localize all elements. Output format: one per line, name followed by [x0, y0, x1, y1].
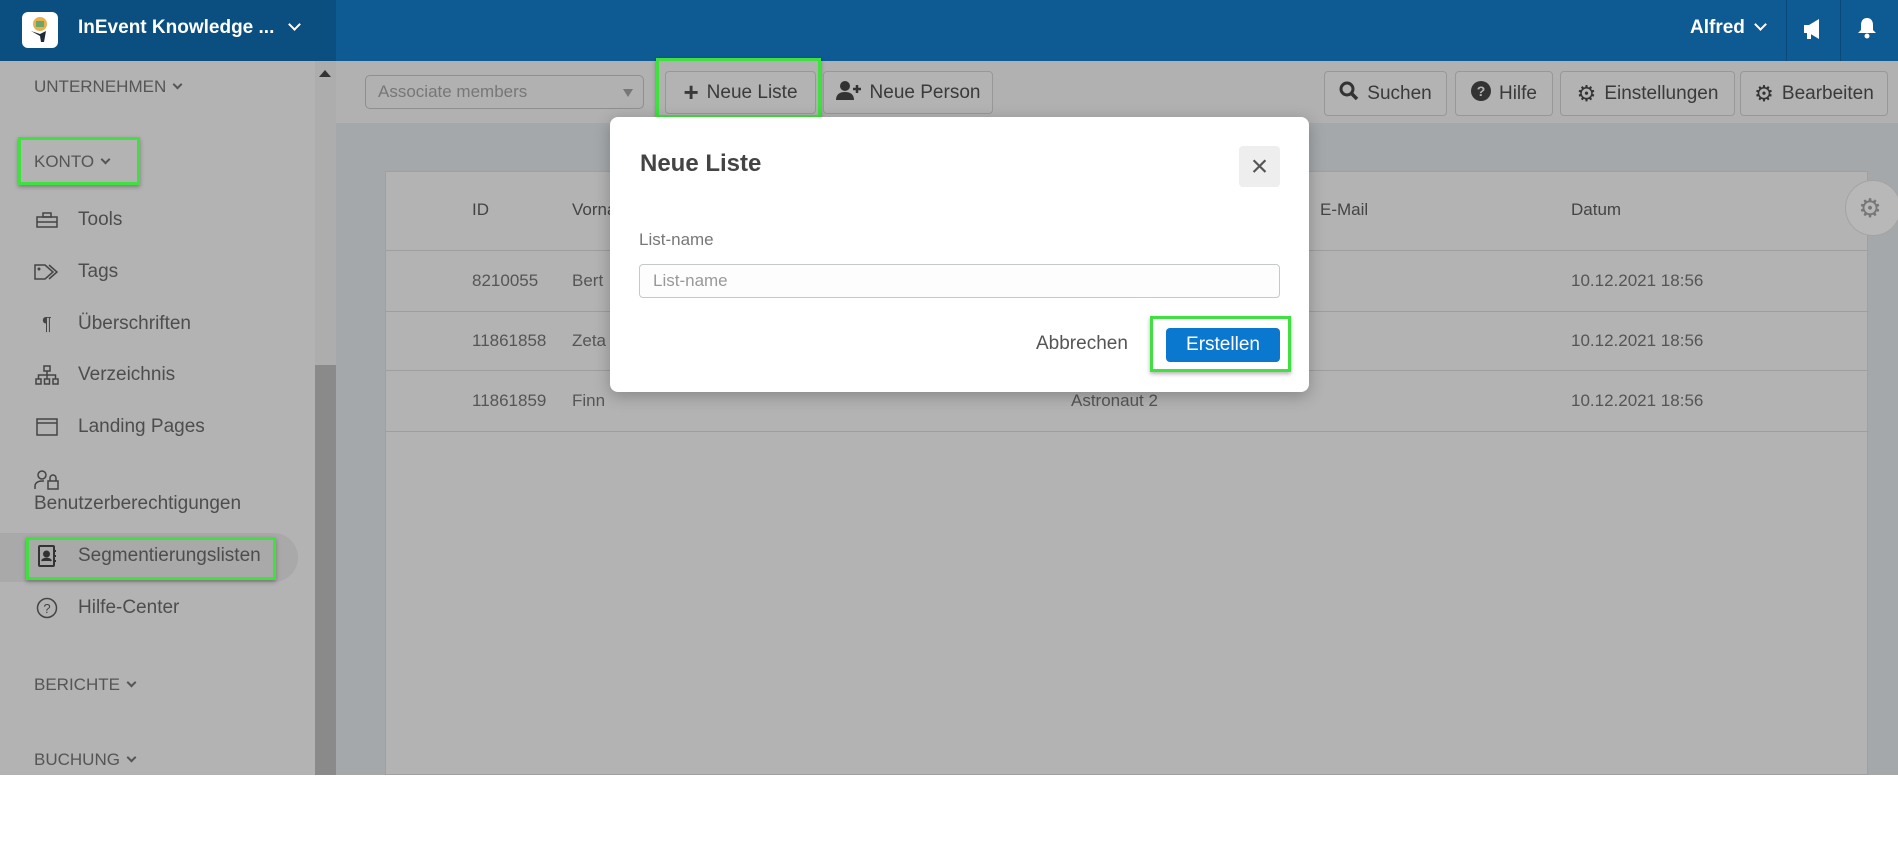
chevron-down-icon [172, 79, 183, 90]
cell-first-name: Bert [572, 271, 604, 290]
divider [1786, 0, 1787, 61]
close-icon: × [1250, 149, 1269, 183]
sidebar-item-landing-pages[interactable]: Landing Pages [34, 416, 205, 438]
search-button[interactable]: Suchen [1324, 71, 1447, 116]
sidebar-item-uberschriften[interactable]: ¶ Überschriften [34, 313, 191, 335]
button-label: Neue Person [869, 81, 981, 103]
sidebar-section-buchung[interactable]: BUCHUNG [34, 750, 137, 770]
user-lock-icon [34, 470, 60, 495]
gear-icon: ⚙ [1576, 80, 1597, 106]
cell-date: 10.12.2021 18:56 [1571, 271, 1704, 290]
column-header-date[interactable]: Datum [1571, 200, 1621, 220]
column-header-email[interactable]: E-Mail [1320, 200, 1368, 220]
svg-text:?: ? [43, 601, 50, 616]
address-book-icon [34, 545, 60, 567]
section-label: KONTO [34, 152, 95, 171]
item-label: Überschriften [78, 313, 191, 334]
section-label: BERICHTE [34, 675, 120, 694]
section-label: UNTERNEHMEN [34, 77, 167, 96]
megaphone-icon[interactable] [1802, 18, 1826, 45]
cell-id: 11861859 [472, 391, 547, 410]
chevron-down-icon [100, 154, 111, 165]
help-button[interactable]: ? Hilfe [1455, 71, 1553, 116]
button-label: Einstellungen [1604, 82, 1719, 104]
section-label: BUCHUNG [34, 750, 120, 769]
sidebar-item-tools[interactable]: Tools [34, 209, 122, 231]
cell-first-name: Finn [572, 391, 606, 410]
sidebar-item-segmentierungslisten[interactable]: Segmentierungslisten [34, 545, 261, 567]
scroll-up-arrow-icon[interactable] [319, 70, 331, 77]
cell-id: 8210055 [472, 271, 539, 290]
item-label: Tags [78, 261, 119, 282]
column-header-id[interactable]: ID [472, 200, 489, 220]
svg-text:?: ? [1477, 83, 1486, 99]
gear-icon: ⚙ [1754, 80, 1774, 106]
bell-icon[interactable] [1857, 16, 1877, 45]
item-label: Landing Pages [78, 416, 205, 437]
new-list-dialog: Neue Liste × List-name Abbrechen Erstell… [610, 117, 1309, 392]
sidebar-section-konto[interactable]: KONTO [34, 152, 111, 172]
app-title: InEvent Knowledge ... [78, 17, 275, 38]
cell-date: 10.12.2021 18:56 [1571, 391, 1704, 410]
sidebar-section-unternehmen[interactable]: UNTERNEHMEN [34, 77, 183, 97]
list-select[interactable]: Associate members [365, 75, 644, 109]
sidebar-section-berichte[interactable]: BERICHTE [34, 675, 137, 695]
close-button[interactable]: × [1239, 146, 1280, 187]
plus-icon: + [683, 77, 699, 107]
cell-id: 11861858 [472, 331, 547, 350]
sidebar-item-hilfe-center[interactable]: ? Hilfe-Center [34, 597, 179, 619]
caret-down-icon [623, 89, 633, 97]
settings-button[interactable]: ⚙ Einstellungen [1560, 71, 1735, 116]
sitemap-icon [34, 364, 60, 386]
user-menu[interactable]: Alfred [1690, 17, 1745, 39]
cell-first-name: Zeta [572, 331, 607, 350]
toolbox-icon [34, 209, 60, 231]
window-icon [34, 416, 60, 438]
list-name-label: List-name [639, 230, 714, 249]
button-label: Suchen [1367, 82, 1432, 104]
tags-icon [34, 261, 60, 283]
gear-icon: ⚙ [1858, 192, 1882, 223]
list-name-input[interactable] [639, 264, 1280, 298]
dialog-title: Neue Liste [640, 150, 762, 177]
button-label: Bearbeiten [1781, 82, 1874, 104]
button-label: Hilfe [1498, 82, 1537, 104]
item-label: Benutzerberechtigungen [34, 493, 242, 514]
company-logo [22, 12, 58, 48]
item-label: Hilfe-Center [78, 597, 180, 618]
table-settings-button[interactable]: ⚙ [1845, 180, 1898, 236]
paragraph-icon: ¶ [42, 313, 52, 334]
question-circle-icon: ? [1470, 80, 1491, 107]
sidebar-item-tags[interactable]: Tags [34, 261, 118, 283]
chevron-down-icon [126, 752, 137, 763]
cell-last-name: Astronaut 2 [1071, 391, 1158, 410]
user-plus-icon [835, 80, 862, 106]
cancel-button[interactable]: Abbrechen [1036, 333, 1128, 355]
new-person-button[interactable]: Neue Person [823, 71, 993, 114]
edit-button[interactable]: ⚙ Bearbeiten [1740, 71, 1888, 116]
divider [1840, 0, 1841, 61]
new-list-button[interactable]: + Neue Liste [665, 71, 816, 114]
item-label: Tools [78, 209, 123, 230]
item-label: Segmentierungslisten [78, 545, 261, 566]
chevron-down-icon [126, 677, 137, 688]
scrollbar-thumb[interactable] [315, 365, 336, 775]
sidebar-item-benutzerberechtigungen[interactable]: Benutzerberechtigungen [34, 493, 241, 515]
select-value: Associate members [378, 82, 528, 101]
search-icon [1339, 81, 1359, 107]
create-button[interactable]: Erstellen [1166, 328, 1280, 362]
item-label: Verzeichnis [78, 364, 176, 385]
cell-date: 10.12.2021 18:56 [1571, 331, 1704, 350]
sidebar-item-verzeichnis[interactable]: Verzeichnis [34, 364, 175, 386]
button-label: Neue Liste [706, 81, 798, 103]
question-circle-icon: ? [34, 597, 60, 619]
